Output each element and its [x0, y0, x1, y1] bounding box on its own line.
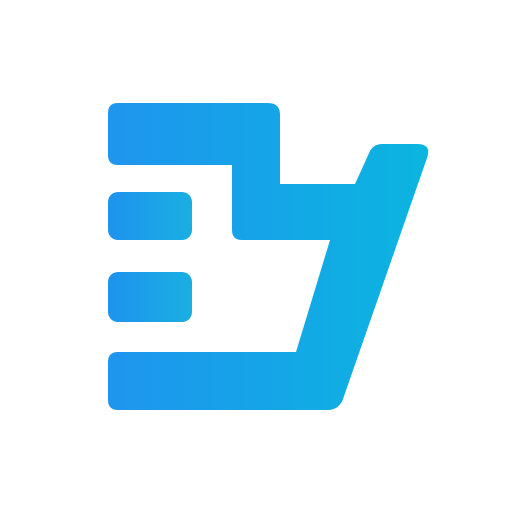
logo-lower-bar — [108, 272, 192, 322]
app-icon-canvas — [0, 0, 512, 512]
logo-upper-bar — [108, 192, 192, 240]
logo-main-shape — [108, 103, 429, 410]
brand-logo-icon — [108, 103, 429, 410]
